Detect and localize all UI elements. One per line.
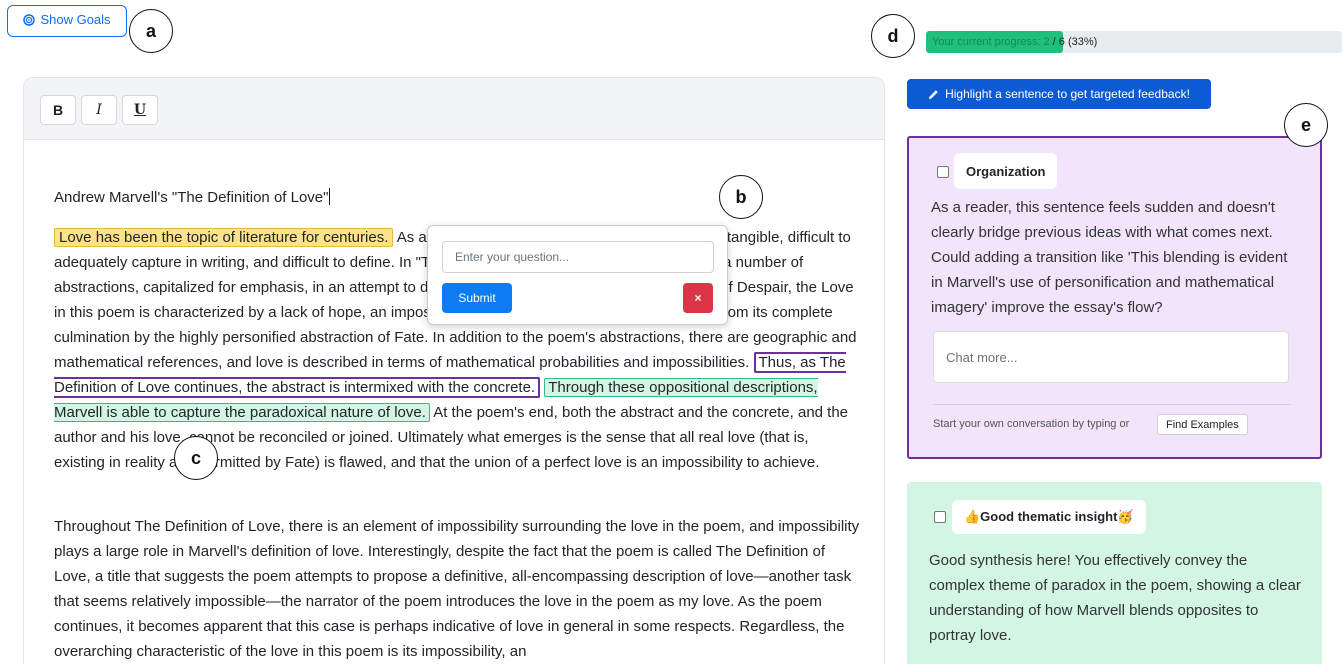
- highlight-feedback-button[interactable]: Highlight a sentence to get targeted fee…: [907, 79, 1211, 109]
- progress-lead: Your current progress: 2: [932, 36, 1050, 48]
- underline-button[interactable]: U: [122, 95, 158, 125]
- document-title[interactable]: Andrew Marvell's "The Definition of Love…: [54, 188, 331, 206]
- chat-input[interactable]: Chat more...: [933, 331, 1289, 383]
- pencil-icon: [928, 89, 938, 99]
- target-icon: [23, 13, 36, 26]
- essay-paragraph-2[interactable]: Throughout The Definition of Love, there…: [54, 514, 860, 664]
- essay-editor[interactable]: B I U Andrew Marvell's "The Definition o…: [23, 77, 885, 664]
- feedback-text: As a reader, this sentence feels sudden …: [931, 199, 1288, 316]
- card-divider: [933, 404, 1291, 405]
- close-button[interactable]: ×: [683, 283, 713, 313]
- highlighted-sentence-yellow[interactable]: Love has been the topic of literature fo…: [54, 228, 394, 247]
- progress-bar: Your current progress: 2 / 6 (33%): [926, 31, 1342, 53]
- bold-button[interactable]: B: [40, 95, 76, 125]
- show-goals-label: Show Goals: [40, 12, 111, 27]
- marker-b: b: [719, 175, 763, 219]
- card-checkbox[interactable]: [937, 166, 949, 178]
- question-input[interactable]: [442, 241, 714, 273]
- highlight-feedback-label: Highlight a sentence to get targeted fee…: [945, 87, 1190, 101]
- feedback-tag: Organization: [954, 153, 1058, 189]
- feedback-card-organization: Organization As a reader, this sentence …: [907, 136, 1322, 459]
- document-title-text: Andrew Marvell's "The Definition of Love…: [54, 189, 329, 206]
- feedback-text: Good synthesis here! You effectively con…: [929, 552, 1301, 644]
- start-conversation-text: Start your own conversation by typing or: [933, 418, 1130, 430]
- feedback-tag: 👍Good thematic insight🥳: [952, 500, 1146, 534]
- find-examples-button[interactable]: Find Examples: [1157, 414, 1248, 435]
- progress-text: Your current progress: 2 / 6 (33%): [932, 36, 1097, 48]
- question-popover: Submit ×: [427, 225, 728, 325]
- marker-e: e: [1284, 103, 1328, 147]
- submit-button[interactable]: Submit: [442, 283, 512, 313]
- progress-rest: / 6 (33%): [1049, 36, 1098, 48]
- marker-d: d: [871, 14, 915, 58]
- feedback-card-thematic: 👍Good thematic insight🥳 Good synthesis h…: [907, 482, 1322, 664]
- editor-toolbar: B I U: [24, 78, 884, 140]
- text-caret: [329, 188, 331, 205]
- marker-a: a: [129, 9, 173, 53]
- italic-button[interactable]: I: [81, 95, 117, 125]
- card-checkbox[interactable]: [934, 511, 946, 523]
- marker-c: c: [174, 436, 218, 480]
- show-goals-button[interactable]: Show Goals: [7, 5, 127, 37]
